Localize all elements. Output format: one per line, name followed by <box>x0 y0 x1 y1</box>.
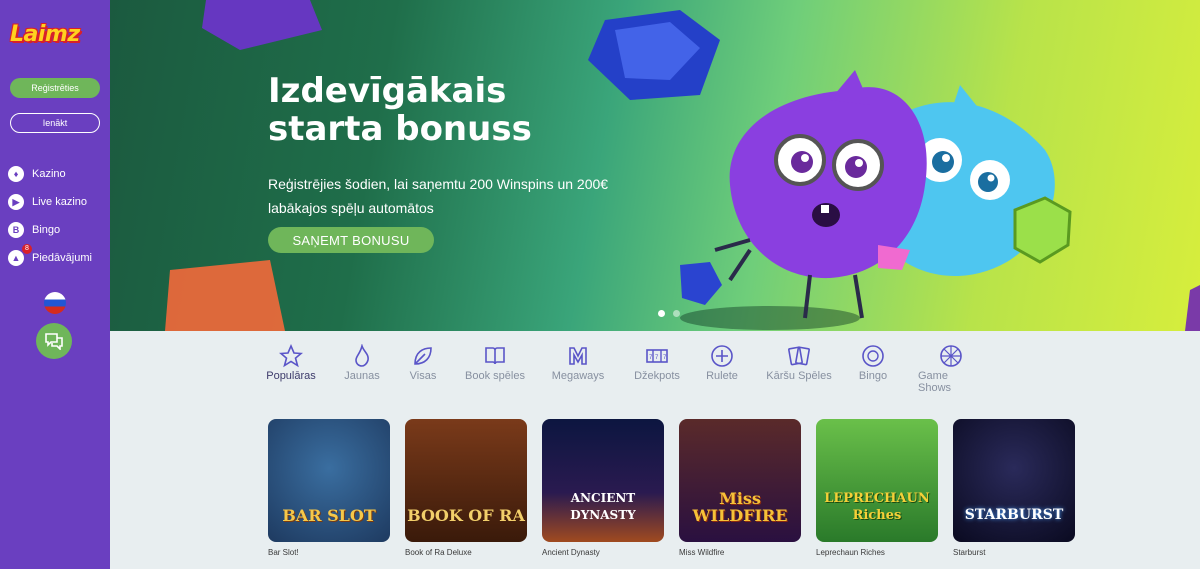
language-flag-icon[interactable] <box>44 292 66 314</box>
game-tile[interactable]: BAR SLOT Bar Slot! <box>268 419 390 557</box>
category-card-games[interactable]: Kāršu Spēles <box>766 344 832 382</box>
sidebar-item-bingo[interactable]: B Bingo <box>8 216 108 244</box>
game-art-text: BOOK OF RA <box>407 506 525 525</box>
category-label: Populāras <box>266 370 316 382</box>
chat-icon <box>45 333 63 350</box>
register-button[interactable]: Reģistrēties <box>10 78 100 98</box>
wheel-icon <box>940 345 962 367</box>
category-label: Book spēles <box>465 370 525 382</box>
megaways-icon <box>569 347 587 365</box>
category-label: Game Shows <box>918 370 952 394</box>
game-thumbnail: LEPRECHAUN Riches <box>816 419 938 542</box>
chat-button[interactable] <box>36 323 72 359</box>
category-label: Jaunas <box>344 370 380 382</box>
category-game-shows[interactable]: Game Shows <box>918 344 984 394</box>
game-thumbnail: STARBURST <box>953 419 1075 542</box>
book-icon <box>485 347 505 365</box>
game-tile[interactable]: ANCIENT DYNASTY Ancient Dynasty <box>542 419 664 557</box>
login-button[interactable]: Ienākt <box>10 113 100 133</box>
category-label: Kāršu Spēles <box>766 370 832 382</box>
hero-banner: Izdevīgākais starta bonuss Reģistrējies … <box>110 0 1200 331</box>
category-label: Rulete <box>706 370 738 382</box>
sidebar-item-label: Live kazino <box>32 196 88 208</box>
category-megaways[interactable]: Megaways <box>552 344 604 382</box>
hero-title: Izdevīgākais starta bonuss <box>268 71 532 149</box>
game-name: Leprechaun Riches <box>816 548 885 557</box>
sidebar-item-label: Kazino <box>32 168 66 180</box>
game-name: Miss Wildfire <box>679 548 725 557</box>
game-tile[interactable]: Miss WILDFIRE Miss Wildfire <box>679 419 801 557</box>
sidebar-nav: ♦ Kazino ▶ Live kazino B Bingo ▲ 8 Piedā… <box>8 160 108 272</box>
category-label: Bingo <box>858 370 888 382</box>
live-casino-icon: ▶ <box>8 194 24 210</box>
game-thumbnail: Miss WILDFIRE <box>679 419 801 542</box>
category-popular[interactable]: Populāras <box>266 344 316 382</box>
game-art-text: Miss WILDFIRE <box>692 489 788 525</box>
game-name: Ancient Dynasty <box>542 548 600 557</box>
get-bonus-button[interactable]: SAŅEMT BONUSU <box>268 227 434 253</box>
bingo-icon: B <box>8 222 24 238</box>
game-name: Starburst <box>953 548 986 557</box>
game-thumbnail: ANCIENT DYNASTY <box>542 419 664 542</box>
game-tile[interactable]: BOOK OF RA Book of Ra Deluxe <box>405 419 527 557</box>
category-label: Megaways <box>551 370 605 382</box>
casino-icon: ♦ <box>8 166 24 182</box>
category-jackpot[interactable]: 777 Džekpots <box>634 344 680 382</box>
star-icon <box>279 344 303 368</box>
sidebar: Laimz Reģistrēties Ienākt ♦ Kazino ▶ Liv… <box>0 0 110 569</box>
category-bingo[interactable]: Bingo <box>858 344 888 382</box>
bingo-ball-icon <box>862 345 884 367</box>
logo[interactable]: Laimz <box>10 22 98 52</box>
game-name: Book of Ra Deluxe <box>405 548 472 557</box>
game-tile[interactable]: LEPRECHAUN Riches Leprechaun Riches <box>816 419 938 557</box>
game-art-text: BAR SLOT <box>282 506 376 525</box>
offers-badge: 8 <box>22 244 32 254</box>
carousel-dot[interactable] <box>658 310 665 317</box>
svg-text:7: 7 <box>655 355 659 361</box>
cards-icon <box>788 346 810 366</box>
game-thumbnail: BOOK OF RA <box>405 419 527 542</box>
carousel-dots <box>658 310 680 317</box>
offers-icon: ▲ <box>8 250 24 266</box>
hero-illustration <box>165 0 1200 331</box>
game-thumbnail: BAR SLOT <box>268 419 390 542</box>
sidebar-item-label: Bingo <box>32 224 61 236</box>
leaf-icon <box>414 347 432 365</box>
category-roulette[interactable]: Rulete <box>704 344 740 382</box>
flame-icon <box>355 344 369 367</box>
sidebar-item-label: Piedāvājumi <box>32 252 92 264</box>
game-name: Bar Slot! <box>268 548 299 557</box>
category-label: Visas <box>409 370 437 382</box>
hero-subtitle: Reģistrējies šodien, lai saņemtu 200 Win… <box>268 176 609 216</box>
category-all[interactable]: Visas <box>408 344 438 382</box>
sidebar-item-casino[interactable]: ♦ Kazino <box>8 160 108 188</box>
jackpot-icon: 777 <box>646 349 668 363</box>
game-art-text: STARBURST <box>964 507 1064 523</box>
sidebar-item-live-casino[interactable]: ▶ Live kazino <box>8 188 108 216</box>
category-label: Džekpots <box>634 370 680 382</box>
game-art-text: ANCIENT DYNASTY <box>570 491 636 522</box>
category-new[interactable]: Jaunas <box>344 344 380 382</box>
game-tile[interactable]: STARBURST Starburst <box>953 419 1075 557</box>
sidebar-item-offers[interactable]: ▲ 8 Piedāvājumi <box>8 244 108 272</box>
game-art-text: LEPRECHAUN Riches <box>824 491 930 523</box>
roulette-icon <box>711 345 733 367</box>
category-book-games[interactable]: Book spēles <box>464 344 526 382</box>
carousel-dot[interactable] <box>673 310 680 317</box>
